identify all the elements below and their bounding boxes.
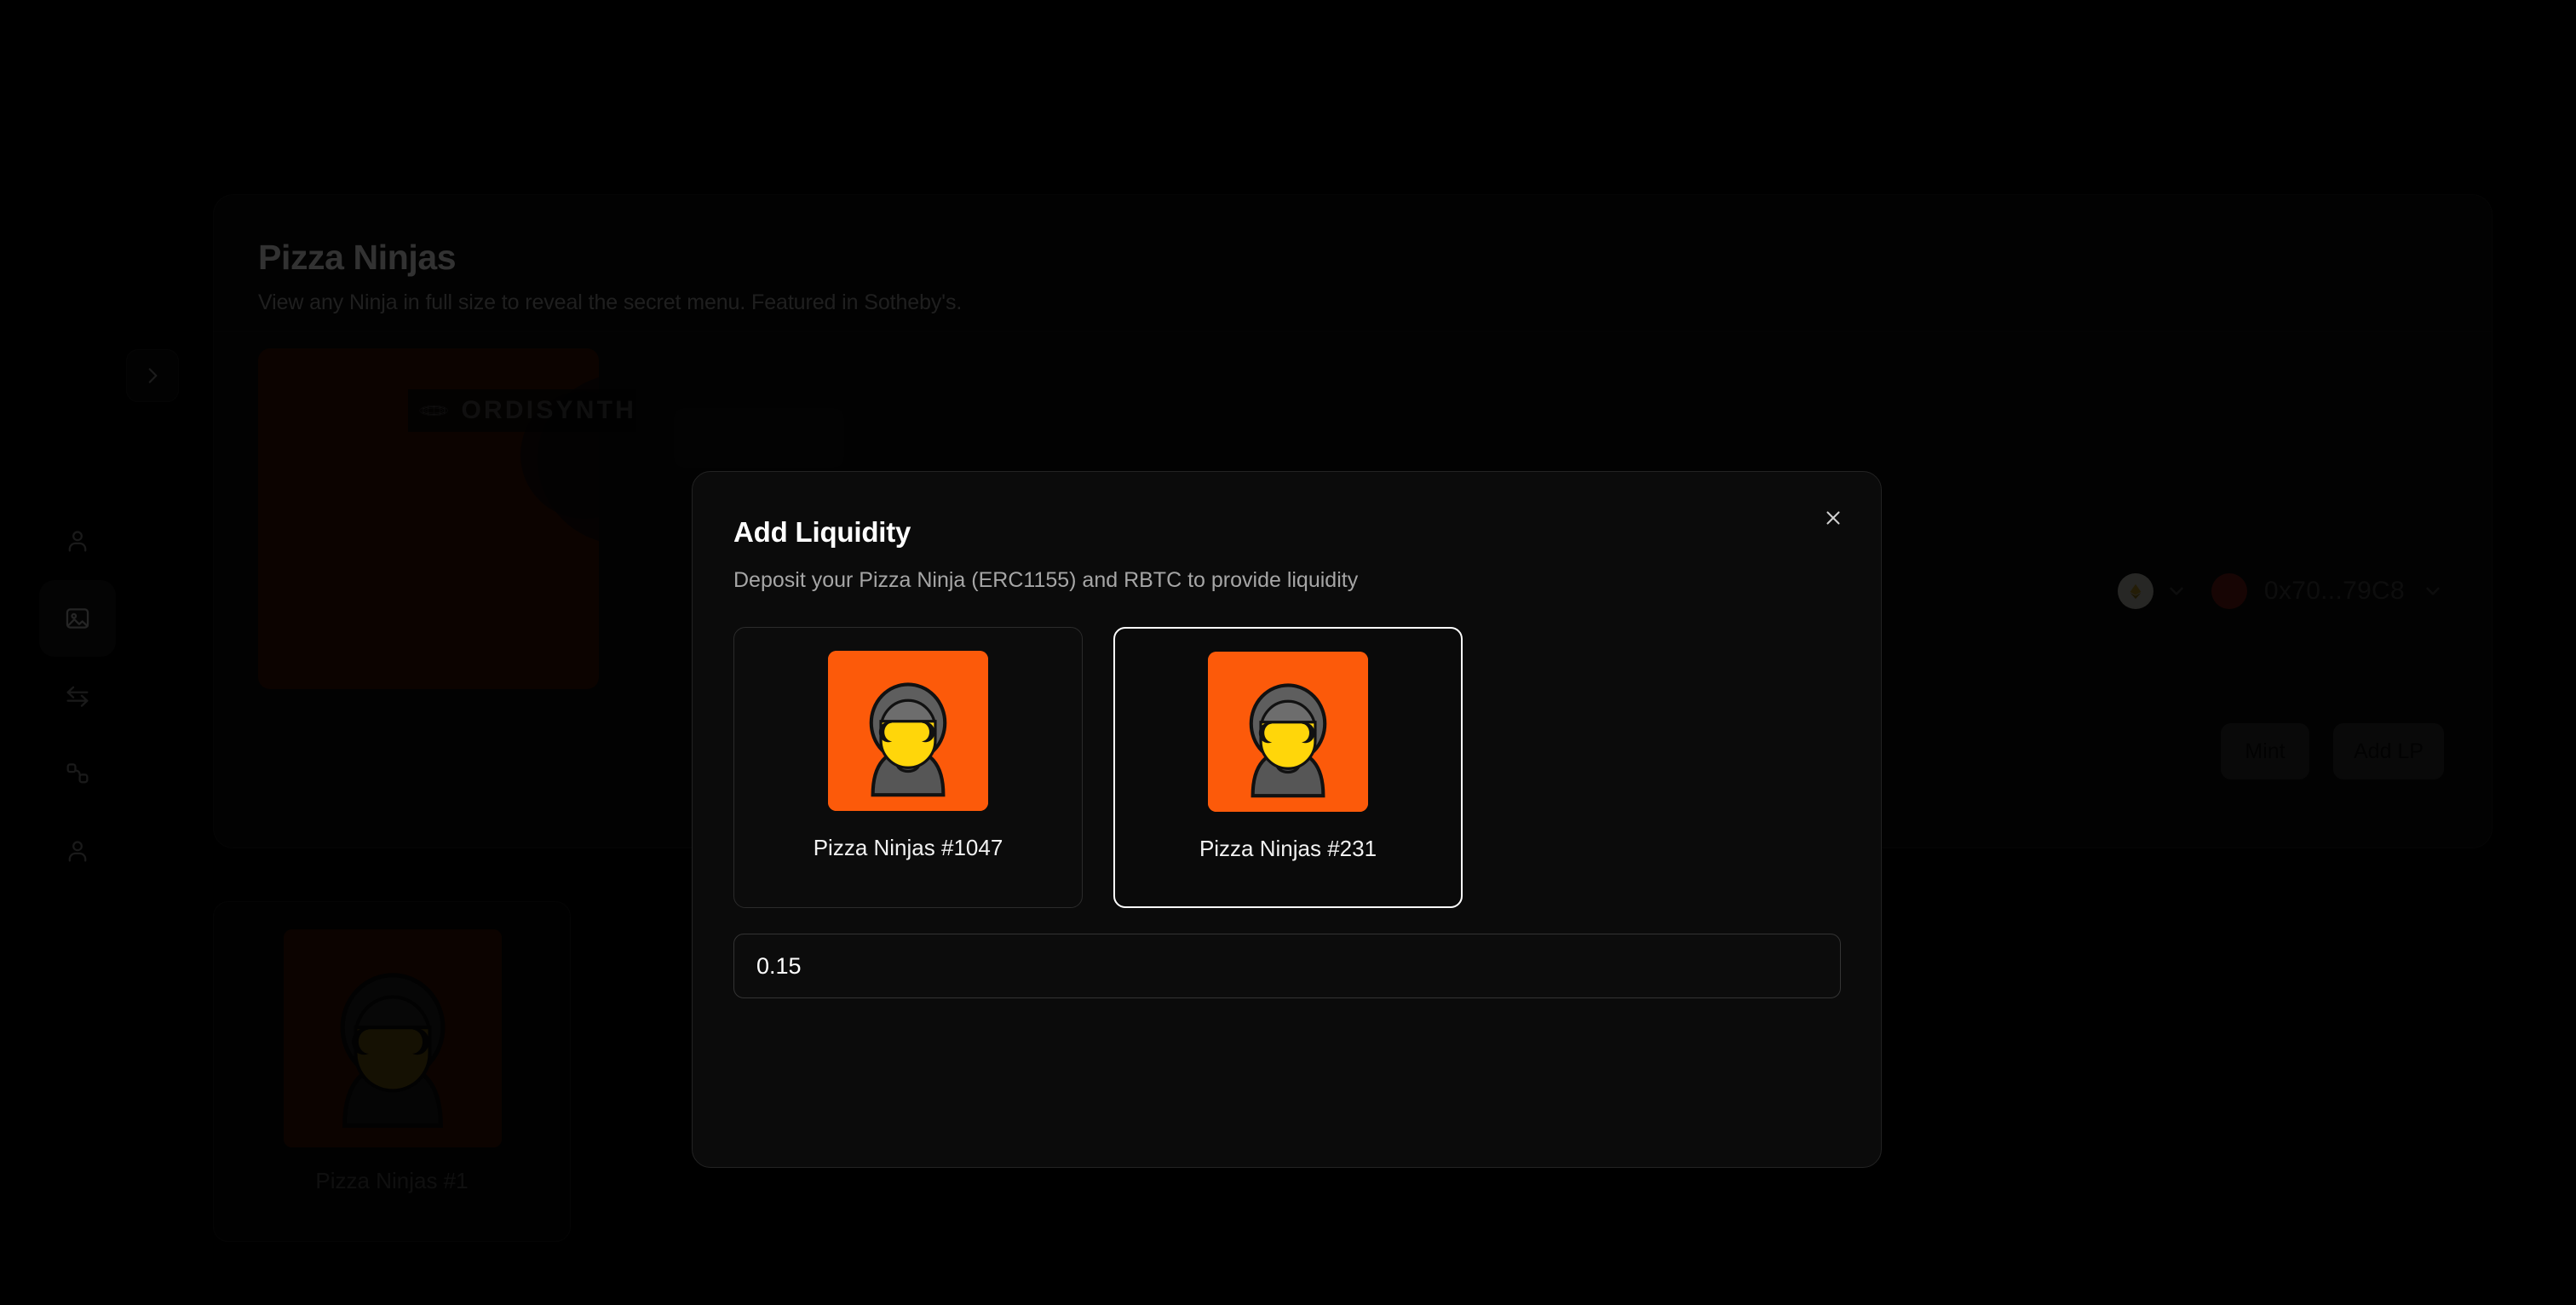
nft-option-card-selected[interactable]: Pizza Ninjas #231	[1113, 627, 1463, 908]
amount-input[interactable]: 0.15	[733, 934, 1841, 998]
amount-input-value: 0.15	[756, 952, 802, 979]
add-liquidity-modal: Add Liquidity Deposit your Pizza Ninja (…	[692, 471, 1882, 1168]
nft-option-label: Pizza Ninjas #1047	[813, 835, 1003, 860]
nft-option-label: Pizza Ninjas #231	[1199, 836, 1377, 861]
nft-selection-list: Pizza Ninjas #1047 Pizza Ninjas #231	[733, 627, 1463, 908]
nft-thumbnail	[1208, 652, 1368, 812]
modal-title: Add Liquidity	[733, 516, 911, 548]
pizza-ninja-artwork-icon	[828, 651, 988, 811]
pizza-ninja-artwork-icon	[1208, 652, 1368, 812]
close-button[interactable]	[1814, 499, 1852, 537]
app-root: Pizza Ninjas View any Ninja in full size…	[0, 0, 2576, 1305]
nft-thumbnail	[828, 651, 988, 811]
close-icon	[1826, 511, 1840, 525]
modal-subtitle: Deposit your Pizza Ninja (ERC1155) and R…	[733, 568, 1359, 592]
nft-option-card[interactable]: Pizza Ninjas #1047	[733, 627, 1083, 908]
